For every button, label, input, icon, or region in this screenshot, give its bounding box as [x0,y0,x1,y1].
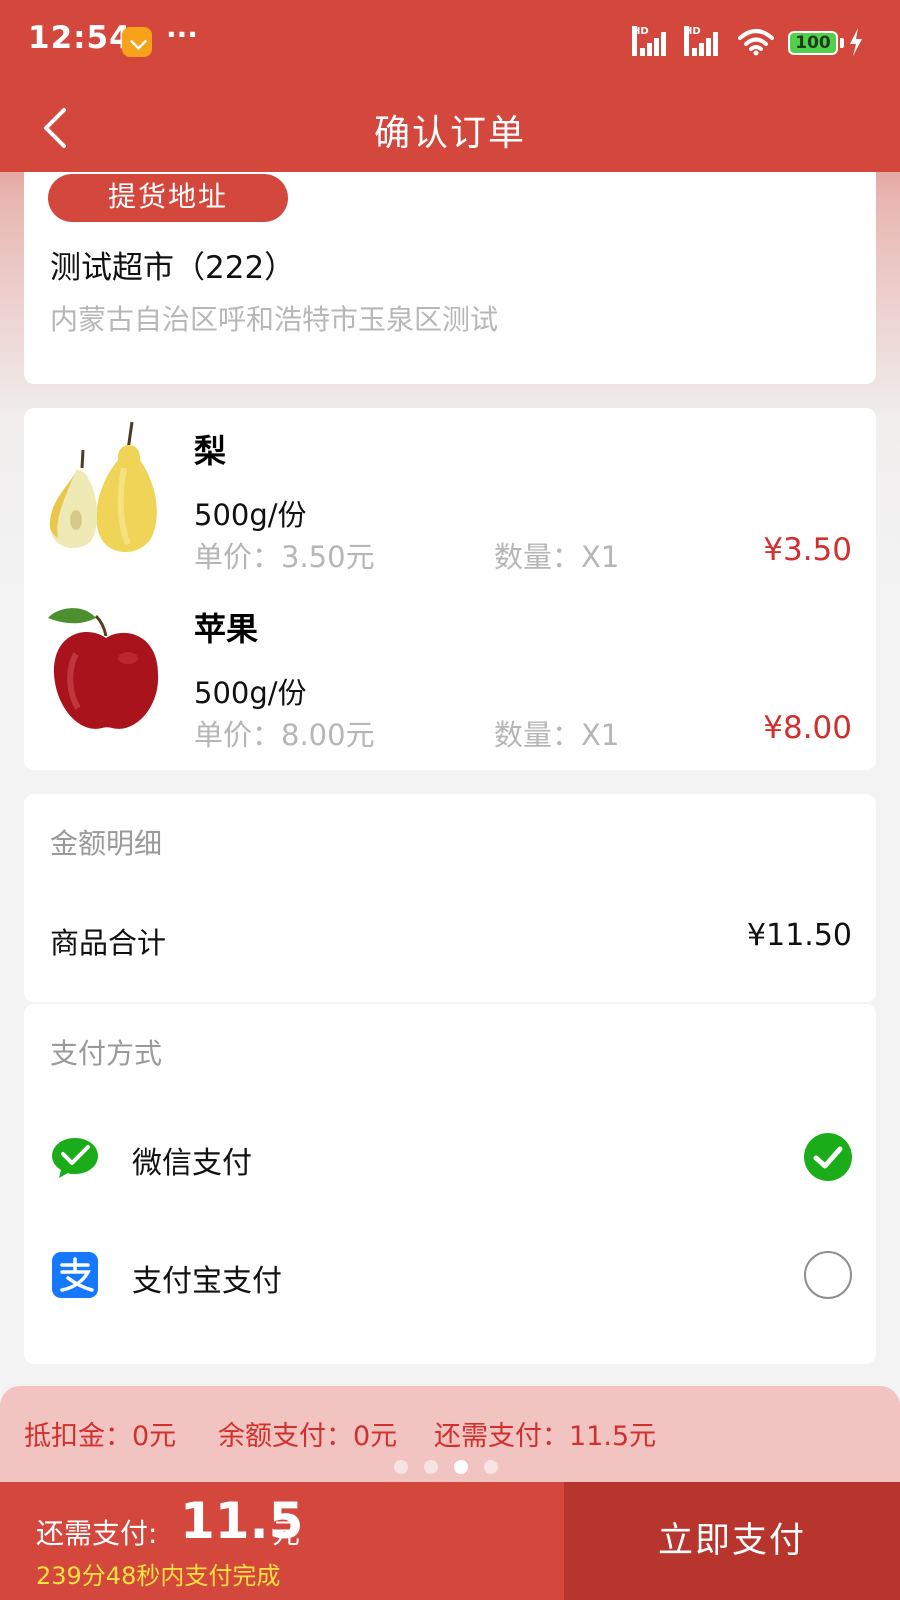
wechat-pay-icon [52,1138,98,1178]
remaining-payment: 还需支付：11.5元 [434,1421,657,1452]
payment-method-card: 支付方式 微信支付 支付宝支付 [24,1004,876,1364]
status-time: 12:54 [28,20,132,56]
payment-option-wechat[interactable]: 微信支付 [24,1112,876,1202]
alipay-icon [52,1252,98,1298]
product-name: 苹果 [194,610,259,648]
app-notification-icon [122,27,152,57]
battery-cap [840,38,844,48]
product-quantity: 数量：X1 [494,718,620,752]
product-item[interactable]: 苹果 500g/份 单价：8.00元 数量：X1 ¥8.00 [24,586,876,756]
checkout-bar: 还需支付: 11.5 元 239分48秒内支付完成 立即支付 [0,1482,900,1600]
page-dot-active [454,1460,468,1474]
product-unit-price: 单价：3.50元 [194,540,375,574]
pickup-address-badge: 提货地址 [48,174,288,222]
status-bar: 12:54 ··· HD HD 100 [0,0,900,86]
page-dot [424,1460,438,1474]
page-dot [484,1460,498,1474]
product-list-card: 梨 500g/份 单价：3.50元 数量：X1 ¥3.50 苹果 500g/份 … [24,408,876,770]
product-quantity: 数量：X1 [494,540,620,574]
wifi-icon [738,29,774,56]
product-price: ¥3.50 [763,532,852,568]
payment-option-label: 支付宝支付 [132,1264,282,1299]
store-address: 内蒙古自治区呼和浩特市玉泉区测试 [50,303,499,336]
app-header: 确认订单 [0,86,900,172]
payment-method-title: 支付方式 [50,1037,163,1070]
signal-strength-icon: HD [684,26,724,56]
page-dot [394,1460,408,1474]
radio-checked-icon[interactable] [804,1133,852,1181]
signal-strength-icon: HD [632,26,672,56]
more-notifications-icon: ··· [166,18,198,51]
apple-icon [48,608,159,729]
payment-countdown: 239分48秒内支付完成 [36,1562,281,1590]
product-spec: 500g/份 [194,498,307,532]
pickup-address-card[interactable]: 提货地址 测试超市（222） 内蒙古自治区呼和浩特市玉泉区测试 [24,172,876,384]
payment-option-label: 微信支付 [132,1146,252,1181]
amount-detail-title: 金额明细 [50,827,163,860]
payment-summary-bar: 抵扣金：0元 余额支付：0元 还需支付：11.5元 [0,1386,900,1486]
pay-now-button[interactable]: 立即支付 [564,1482,900,1600]
payment-option-alipay[interactable]: 支付宝支付 [24,1230,876,1320]
product-item[interactable]: 梨 500g/份 单价：3.50元 数量：X1 ¥3.50 [24,408,876,578]
amount-detail-card: 金额明细 商品合计 ¥11.50 [24,794,876,1002]
battery-level: 100 [795,33,831,53]
amount-due-label: 还需支付: [36,1517,158,1550]
page-title: 确认订单 [373,113,526,154]
battery-icon: 100 [788,31,838,55]
product-unit-price: 单价：8.00元 [194,718,375,752]
product-name: 梨 [194,432,227,470]
amount-due-unit: 元 [272,1517,301,1550]
product-price: ¥8.00 [763,710,852,746]
radio-unchecked-icon[interactable] [804,1251,852,1299]
product-spec: 500g/份 [194,676,307,710]
subtotal-value: ¥11.50 [747,918,852,953]
balance-payment: 余额支付：0元 [218,1421,398,1452]
deduction-amount: 抵扣金：0元 [24,1421,177,1452]
pear-icon [49,421,157,552]
store-name: 测试超市（222） [50,250,296,286]
charging-bolt-icon [850,28,862,56]
subtotal-label: 商品合计 [50,926,167,960]
